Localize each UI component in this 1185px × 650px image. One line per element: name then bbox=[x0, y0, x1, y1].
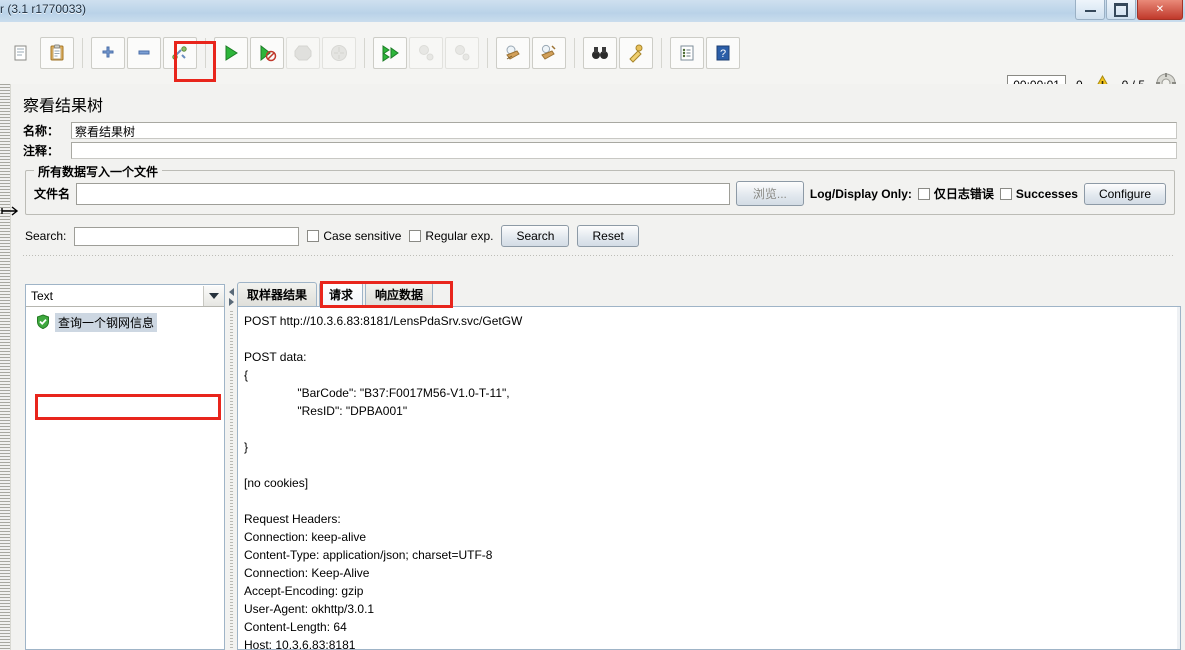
function-helper-icon[interactable] bbox=[670, 37, 704, 69]
collapse-right-icon[interactable] bbox=[228, 298, 234, 306]
collapse-left-icon[interactable] bbox=[228, 288, 234, 296]
toolbar-group-run bbox=[210, 37, 360, 69]
new-document-icon[interactable] bbox=[4, 37, 38, 69]
left-drag-handle[interactable] bbox=[0, 84, 11, 650]
close-button[interactable]: ✕ bbox=[1137, 0, 1183, 20]
toolbar-group-remote bbox=[369, 37, 483, 69]
tab-request[interactable]: 请求 bbox=[319, 282, 364, 306]
remote-shutdown-icon bbox=[445, 37, 479, 69]
minimize-button[interactable] bbox=[1075, 0, 1105, 20]
chevron-down-icon[interactable] bbox=[203, 285, 224, 306]
shutdown-icon bbox=[322, 37, 356, 69]
regular-exp-box[interactable] bbox=[409, 230, 422, 242]
case-sensitive-box[interactable] bbox=[307, 230, 320, 242]
svg-text:?: ? bbox=[720, 48, 726, 60]
successes-box[interactable] bbox=[999, 187, 1012, 200]
comment-field-row: 注释： bbox=[11, 142, 1185, 162]
page-title: 察看结果树 bbox=[23, 98, 104, 115]
configure-button[interactable]: Configure bbox=[1083, 182, 1166, 205]
results-tree-list[interactable]: 查询一个钢网信息 bbox=[26, 307, 224, 649]
successes-checkbox[interactable]: Successes bbox=[999, 186, 1078, 201]
start-run-icon[interactable] bbox=[214, 37, 248, 69]
toolbar-group-help: ? bbox=[666, 37, 744, 69]
search-label: Search: bbox=[25, 229, 67, 243]
jmeter-window: r (3.1 r1770033) ✕ ? 察看结果树 名称： 察看结果树 注释：… bbox=[0, 0, 1185, 650]
write-all-data-title: 所有数据写入一个文件 bbox=[34, 163, 163, 180]
filename-row: 文件名 浏览... Log/Display Only: 仅日志错误 Succes… bbox=[34, 181, 1166, 206]
clipboard-paste-icon[interactable] bbox=[40, 37, 74, 69]
remote-stop-icon bbox=[409, 37, 443, 69]
maximize-button[interactable] bbox=[1106, 0, 1136, 20]
errors-only-box[interactable] bbox=[917, 187, 930, 200]
close-icon: ✕ bbox=[1155, 3, 1165, 15]
remote-start-icon[interactable] bbox=[373, 37, 407, 69]
divider-grip[interactable] bbox=[229, 311, 233, 650]
log-display-only-label: Log/Display Only: bbox=[809, 186, 912, 201]
name-field-row: 名称： 察看结果树 bbox=[11, 122, 1185, 142]
tab-sampler-result[interactable]: 取样器结果 bbox=[237, 282, 318, 306]
search-input[interactable] bbox=[74, 226, 300, 246]
search-binoculars-icon[interactable] bbox=[583, 37, 617, 69]
toolbar-group-clear bbox=[492, 37, 570, 69]
render-selector-combo[interactable]: Text bbox=[26, 285, 224, 307]
comment-label: 注释： bbox=[23, 144, 60, 158]
results-tree-pane: Text 查询一个钢网信息 bbox=[25, 284, 225, 650]
reset-button[interactable]: Reset bbox=[577, 225, 639, 247]
errors-only-label: 仅日志错误 bbox=[933, 187, 994, 201]
clear-icon[interactable] bbox=[496, 37, 530, 69]
results-split-pane: Text 查询一个钢网信息 取样器结果 请求 响应数据 POST http://… bbox=[25, 281, 1181, 650]
name-label: 名称： bbox=[23, 124, 60, 138]
window-titlebar: r (3.1 r1770033) ✕ bbox=[0, 0, 1185, 23]
render-selector-value: Text bbox=[31, 288, 54, 303]
stop-icon bbox=[286, 37, 320, 69]
search-button[interactable]: Search bbox=[501, 225, 570, 247]
undo-redo-icon[interactable] bbox=[163, 37, 197, 69]
view-results-tree-panel: 察看结果树 名称： 察看结果树 注释： 所有数据写入一个文件 文件名 浏览...… bbox=[11, 84, 1185, 650]
window-title: r (3.1 r1770033) bbox=[0, 2, 87, 16]
toolbar-group-search bbox=[579, 37, 657, 69]
tab-response-data[interactable]: 响应数据 bbox=[365, 282, 434, 306]
tree-item-sampler[interactable]: 查询一个钢网信息 bbox=[26, 311, 224, 334]
case-sensitive-checkbox[interactable]: Case sensitive bbox=[307, 229, 401, 243]
result-tabs: 取样器结果 请求 响应数据 bbox=[237, 281, 1181, 308]
request-content-text: POST http://10.3.6.83:8181/LensPdaSrv.sv… bbox=[244, 314, 523, 650]
help-icon[interactable]: ? bbox=[706, 37, 740, 69]
errors-only-checkbox[interactable]: 仅日志错误 bbox=[917, 185, 994, 202]
window-controls: ✕ bbox=[1074, 0, 1183, 20]
result-content-pane: 取样器结果 请求 响应数据 POST http://10.3.6.83:8181… bbox=[237, 281, 1181, 650]
successes-label: Successes bbox=[1015, 186, 1078, 201]
separator bbox=[23, 255, 1175, 256]
request-content-box[interactable]: POST http://10.3.6.83:8181/LensPdaSrv.sv… bbox=[237, 306, 1181, 650]
toolbar-group-edit bbox=[87, 37, 201, 69]
remove-minus-icon[interactable] bbox=[127, 37, 161, 69]
comment-input[interactable] bbox=[71, 142, 1177, 159]
add-plus-icon[interactable] bbox=[91, 37, 125, 69]
start-no-timers-icon[interactable] bbox=[250, 37, 284, 69]
main-toolbar: ? 00:00:01 0 0 / 5 bbox=[0, 22, 1185, 95]
success-shield-icon bbox=[36, 313, 50, 332]
name-input[interactable]: 察看结果树 bbox=[71, 122, 1177, 139]
content-scrollbar[interactable] bbox=[1177, 307, 1180, 649]
regular-exp-label: Regular exp. bbox=[425, 229, 494, 243]
write-all-data-group: 所有数据写入一个文件 文件名 浏览... Log/Display Only: 仅… bbox=[25, 163, 1175, 215]
clear-all-icon[interactable] bbox=[532, 37, 566, 69]
filename-input[interactable] bbox=[76, 182, 730, 205]
search-row: Search: Case sensitive Regular exp. Sear… bbox=[25, 225, 1175, 247]
tree-item-label: 查询一个钢网信息 bbox=[55, 313, 158, 332]
regular-exp-checkbox[interactable]: Regular exp. bbox=[409, 229, 493, 243]
case-sensitive-label: Case sensitive bbox=[323, 229, 402, 243]
browse-button[interactable]: 浏览... bbox=[735, 181, 804, 206]
split-divider[interactable] bbox=[225, 284, 237, 650]
filename-label: 文件名 bbox=[34, 187, 71, 201]
mouse-cursor-icon bbox=[1, 206, 19, 216]
toolbar-group-file bbox=[0, 37, 78, 69]
search-reset-icon[interactable] bbox=[619, 37, 653, 69]
